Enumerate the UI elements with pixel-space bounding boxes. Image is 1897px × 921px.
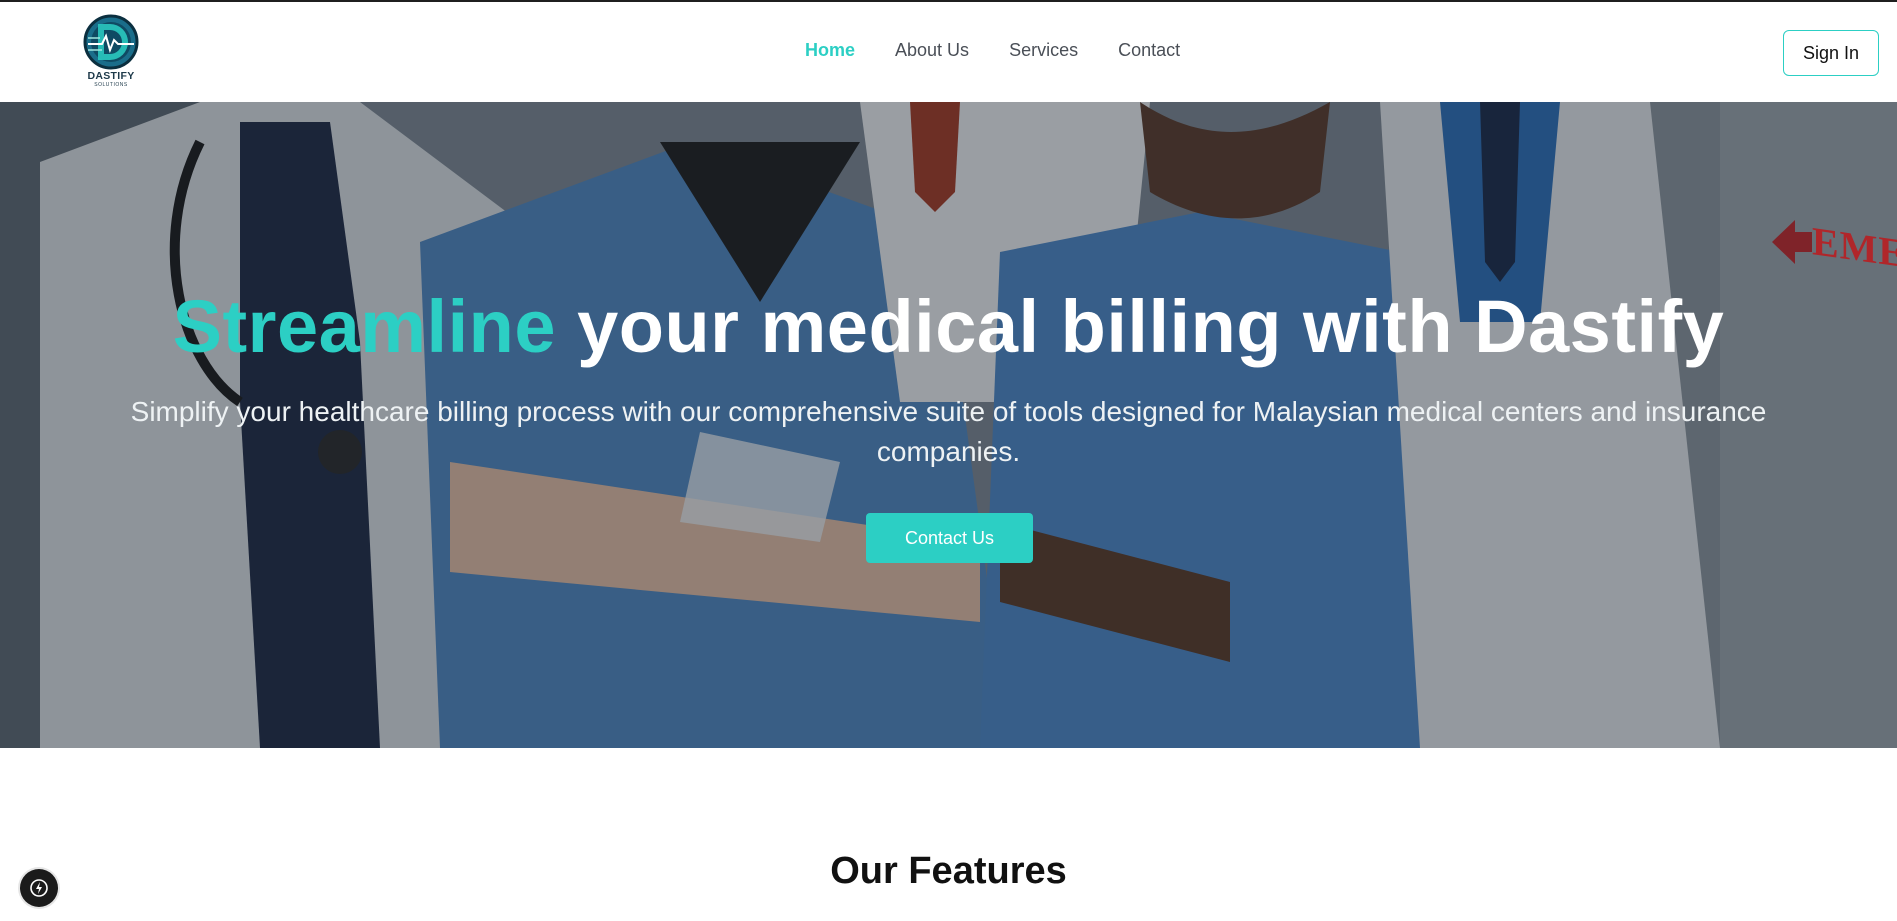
brand-logo[interactable]: DASTIFY SOLUTIONS	[76, 14, 146, 92]
quick-action-button[interactable]	[20, 869, 58, 907]
hero-title: Streamline your medical billing with Das…	[0, 284, 1897, 369]
nav-services[interactable]: Services	[1009, 40, 1078, 61]
hero-subtitle: Simplify your healthcare billing process…	[130, 396, 1767, 467]
brand-name: DASTIFY	[87, 70, 135, 82]
nav-home[interactable]: Home	[805, 40, 855, 61]
features-heading: Our Features	[830, 850, 1067, 892]
hero-section: EMERGE Streamline your medical billing w…	[0, 102, 1897, 748]
nav-contact[interactable]: Contact	[1118, 40, 1180, 61]
hero-title-accent: Streamline	[172, 285, 557, 368]
logo-mark-icon	[83, 14, 139, 70]
hero-title-rest: your medical billing with Dastify	[556, 285, 1725, 368]
sign-in-button[interactable]: Sign In	[1783, 30, 1879, 76]
lightning-icon	[30, 879, 48, 897]
contact-us-button[interactable]: Contact Us	[866, 513, 1033, 563]
nav-about-us[interactable]: About Us	[895, 40, 969, 61]
brand-tagline: SOLUTIONS	[94, 82, 128, 88]
main-nav: Home About Us Services Contact	[805, 40, 1180, 61]
site-header: DASTIFY SOLUTIONS Home About Us Services…	[0, 2, 1897, 102]
